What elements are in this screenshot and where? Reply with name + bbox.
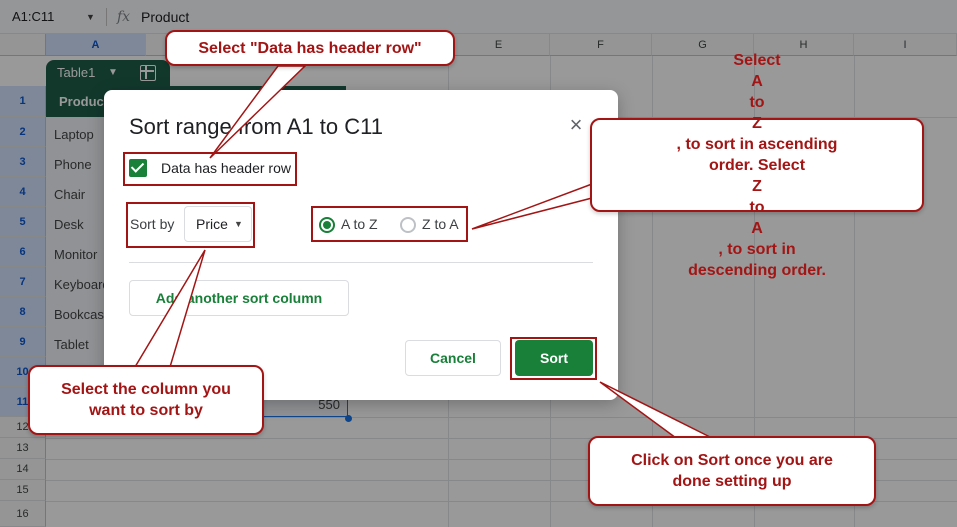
callout-line: want to sort by — [61, 400, 231, 421]
callout-line: done setting up — [631, 471, 833, 492]
callout-line: order. Select Z to A, to sort in — [677, 155, 838, 260]
callout-sort-order: Select A to Z, to sort in ascending orde… — [590, 118, 924, 212]
callout-sort-button: Click on Sort once you are done setting … — [588, 436, 876, 506]
callout-line: Select A to Z, to sort in ascending — [677, 50, 838, 155]
highlight-header-row — [123, 152, 297, 186]
highlight-sort-button — [510, 337, 597, 380]
leader-sort-button — [600, 382, 712, 438]
callout-header-row-text: Select "Data has header row" — [198, 38, 421, 59]
leader-sort-order — [472, 184, 592, 229]
callout-sort-column-text: Select the column you want to sort by — [61, 379, 231, 421]
highlight-sort-order — [311, 206, 468, 242]
leader-sort-column — [135, 250, 205, 367]
callout-header-row: Select "Data has header row" — [165, 30, 455, 66]
callout-line: descending order. — [677, 260, 838, 281]
callout-line: Select the column you — [61, 379, 231, 400]
callout-sort-column: Select the column you want to sort by — [28, 365, 264, 435]
callout-line: Click on Sort once you are — [631, 450, 833, 471]
leader-header-row — [210, 66, 305, 158]
callout-sort-button-text: Click on Sort once you are done setting … — [631, 450, 833, 492]
highlight-sort-by — [126, 202, 255, 248]
callout-sort-order-text: Select A to Z, to sort in ascending orde… — [677, 50, 838, 281]
